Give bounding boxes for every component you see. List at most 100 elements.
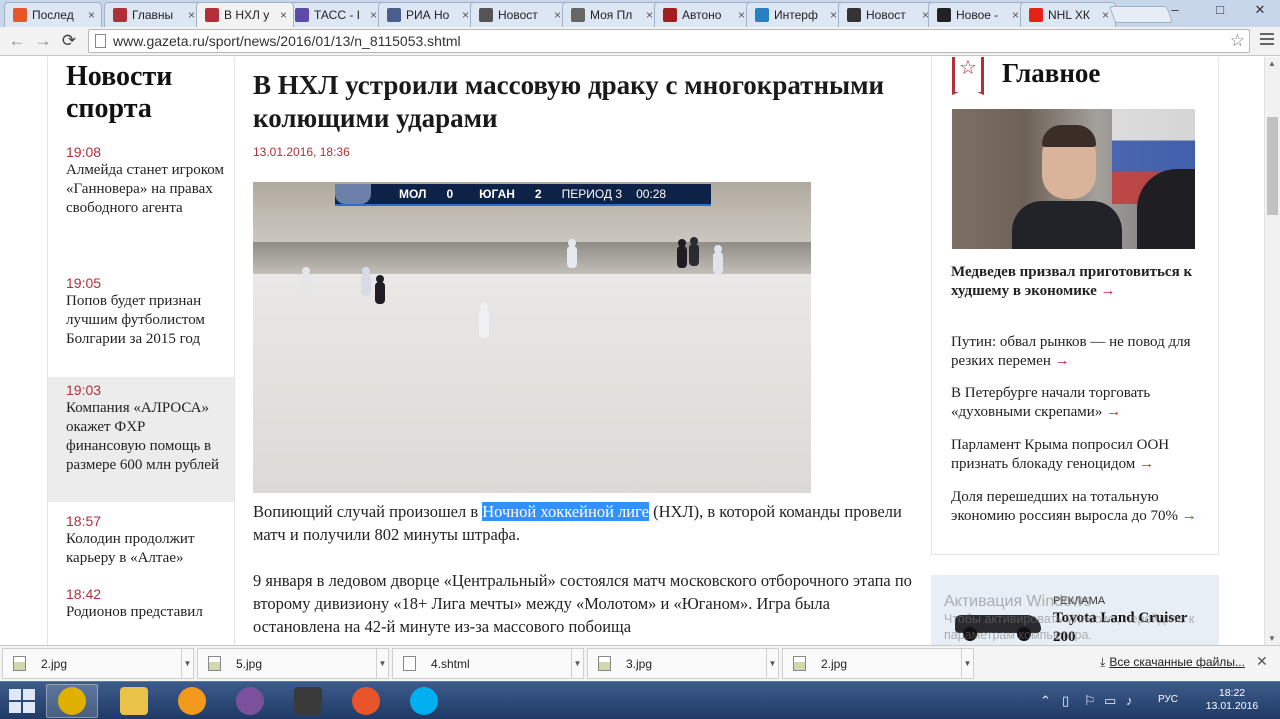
- download-item[interactable]: 5.jpg ▼: [197, 648, 389, 679]
- tab-close-icon[interactable]: ×: [738, 8, 745, 22]
- browser-tab[interactable]: Послед ×: [4, 2, 102, 27]
- browser-tab[interactable]: Новост ×: [470, 2, 568, 27]
- tab-label: Моя Пл: [590, 8, 633, 22]
- main-news-item[interactable]: Медведев призвал приготовиться к худшему…: [951, 263, 1201, 301]
- browser-tab[interactable]: Новост ×: [838, 2, 936, 27]
- tab-label: Послед: [32, 8, 74, 22]
- browser-tab[interactable]: Главны ×: [104, 2, 202, 27]
- firefox-taskbar-icon[interactable]: [340, 684, 392, 718]
- start-button[interactable]: [8, 688, 36, 714]
- camera-taskbar-icon[interactable]: [282, 684, 334, 718]
- news-title[interactable]: Алмейда станет игроком «Ганновера» на пр…: [66, 161, 224, 218]
- team1-name: МОЛ: [399, 187, 427, 201]
- forward-icon[interactable]: →: [32, 31, 54, 51]
- address-bar[interactable]: www.gazeta.ru/sport/news/2016/01/13/n_81…: [88, 29, 1250, 53]
- url-text[interactable]: www.gazeta.ru/sport/news/2016/01/13/n_81…: [113, 33, 461, 49]
- main-news-heading: Главное: [1002, 58, 1101, 88]
- scroll-thumb[interactable]: [1267, 117, 1278, 215]
- download-item[interactable]: 2.jpg ▼: [782, 648, 974, 679]
- download-item[interactable]: 3.jpg ▼: [587, 648, 779, 679]
- browser-tab[interactable]: Интерф ×: [746, 2, 844, 27]
- close-window-button[interactable]: ✕: [1245, 0, 1275, 20]
- language-indicator[interactable]: РУС: [1158, 694, 1178, 705]
- main-news-text[interactable]: Медведев призвал приготовиться к худшему…: [951, 264, 1192, 299]
- news-title[interactable]: Компания «АЛРОСА» окажет ФХР финансовую …: [66, 399, 224, 475]
- main-news-item[interactable]: В Петербурге начали торговать «духовными…: [951, 384, 1201, 422]
- all-downloads-link[interactable]: ⤓ Все скачанные файлы...: [1100, 655, 1245, 670]
- tab-close-icon[interactable]: ×: [188, 8, 195, 22]
- browser-tab[interactable]: ТАСС - I ×: [286, 2, 384, 27]
- tab-close-icon[interactable]: ×: [370, 8, 377, 22]
- sidebar-news-item[interactable]: 19:05 Попов будет признан лучшим футболис…: [48, 270, 234, 353]
- page-scrollbar[interactable]: ▲ ▼: [1264, 57, 1280, 645]
- sidebar-news-item[interactable]: 19:08 Алмейда станет игроком «Ганновера» …: [48, 139, 234, 222]
- tab-close-icon[interactable]: ×: [462, 8, 469, 22]
- download-menu-icon[interactable]: ▼: [376, 649, 388, 678]
- news-title[interactable]: Родионов представил: [66, 603, 224, 622]
- tab-close-icon[interactable]: ×: [1012, 8, 1019, 22]
- tab-close-icon[interactable]: ×: [646, 8, 653, 22]
- download-filename: 3.jpg: [626, 657, 653, 671]
- volume-icon[interactable]: ♪: [1126, 693, 1133, 708]
- chrome-taskbar-icon[interactable]: [46, 684, 98, 718]
- main-news-text[interactable]: Парламент Крыма попросил ООН признать бл…: [951, 437, 1169, 472]
- reload-icon[interactable]: ⟳: [58, 31, 80, 51]
- sidebar-news-item[interactable]: 18:42 Родионов представил: [48, 581, 234, 626]
- browser-tab[interactable]: Автоно ×: [654, 2, 752, 27]
- browser-tab[interactable]: РИА Но ×: [378, 2, 476, 27]
- bookmark-star-icon[interactable]: ☆: [1230, 31, 1245, 51]
- selected-link[interactable]: Ночной хоккейной лиге: [482, 502, 649, 521]
- sidebar-news-item[interactable]: 19:03 Компания «АЛРОСА» окажет ФХР финанс…: [48, 377, 234, 502]
- main-news-item[interactable]: Путин: обвал рынков — не повод для резки…: [951, 333, 1201, 371]
- download-item[interactable]: 2.jpg ▼: [2, 648, 194, 679]
- main-news-text[interactable]: Путин: обвал рынков — не повод для резки…: [951, 334, 1191, 369]
- main-news-item[interactable]: Доля перешедших на тотальную экономию ро…: [951, 488, 1201, 526]
- download-item[interactable]: 4.shtml ▼: [392, 648, 584, 679]
- tab-close-icon[interactable]: ×: [88, 8, 95, 22]
- main-news-item[interactable]: Парламент Крыма попросил ООН признать бл…: [951, 436, 1201, 474]
- ad-title[interactable]: Toyota Land Cruiser 200: [1053, 609, 1203, 645]
- tray-app-icon[interactable]: ▯: [1062, 693, 1069, 709]
- scroll-up-icon[interactable]: ▲: [1268, 59, 1276, 68]
- ad-block[interactable]: РЕКЛАМА Toyota Land Cruiser 200: [931, 575, 1219, 645]
- maximize-button[interactable]: □: [1205, 0, 1235, 20]
- tab-label: Интерф: [774, 8, 818, 22]
- tab-close-icon[interactable]: ×: [554, 8, 561, 22]
- hair-shape: [1042, 125, 1096, 147]
- suit-shape: [1012, 201, 1122, 249]
- browser-tab[interactable]: NHL ХК ×: [1020, 2, 1116, 27]
- news-title[interactable]: Колодин продолжит карьеру в «Алтае»: [66, 530, 224, 568]
- browser-tab[interactable]: Моя Пл ×: [562, 2, 660, 27]
- minimize-button[interactable]: –: [1160, 0, 1190, 20]
- hockey-player: [375, 275, 385, 304]
- back-icon[interactable]: ←: [6, 31, 28, 51]
- tray-expand-icon[interactable]: ⌃: [1040, 693, 1051, 709]
- download-menu-icon[interactable]: ▼: [766, 649, 778, 678]
- tab-close-icon[interactable]: ×: [280, 8, 287, 22]
- sidebar-news-item[interactable]: 18:57 Колодин продолжит карьеру в «Алтае»: [48, 508, 234, 572]
- news-title[interactable]: Попов будет признан лучшим футболистом Б…: [66, 292, 224, 349]
- clock-date: 13.01.2016: [1205, 700, 1259, 712]
- tab-close-icon[interactable]: ×: [1102, 8, 1109, 22]
- scroll-down-icon[interactable]: ▼: [1268, 634, 1276, 643]
- news-time: 18:42: [66, 586, 102, 602]
- download-menu-icon[interactable]: ▼: [181, 649, 193, 678]
- download-menu-icon[interactable]: ▼: [571, 649, 583, 678]
- main-news-text[interactable]: Доля перешедших на тотальную экономию ро…: [951, 489, 1178, 524]
- clock[interactable]: 18:22 13.01.2016: [1200, 687, 1264, 713]
- news-photo[interactable]: [952, 109, 1195, 249]
- tab-close-icon[interactable]: ×: [830, 8, 837, 22]
- video-player[interactable]: МОЛ 0 ЮГАН 2 ПЕРИОД 3 00:28: [253, 182, 811, 493]
- browser-tab[interactable]: В НХЛ у ×: [196, 2, 294, 27]
- tab-label: ТАСС - I: [314, 8, 361, 22]
- menu-icon[interactable]: [1260, 33, 1274, 48]
- viber-taskbar-icon[interactable]: [224, 684, 276, 718]
- flag-icon[interactable]: ⚐: [1084, 693, 1096, 709]
- download-menu-icon[interactable]: ▼: [961, 649, 973, 678]
- ok-taskbar-icon[interactable]: [166, 684, 218, 718]
- close-shelf-icon[interactable]: ✕: [1256, 653, 1268, 670]
- browser-tab[interactable]: Новое - ×: [928, 2, 1026, 27]
- skype-taskbar-icon[interactable]: [398, 684, 450, 718]
- network-icon[interactable]: ▭: [1104, 693, 1116, 709]
- explorer-taskbar-icon[interactable]: [108, 684, 160, 718]
